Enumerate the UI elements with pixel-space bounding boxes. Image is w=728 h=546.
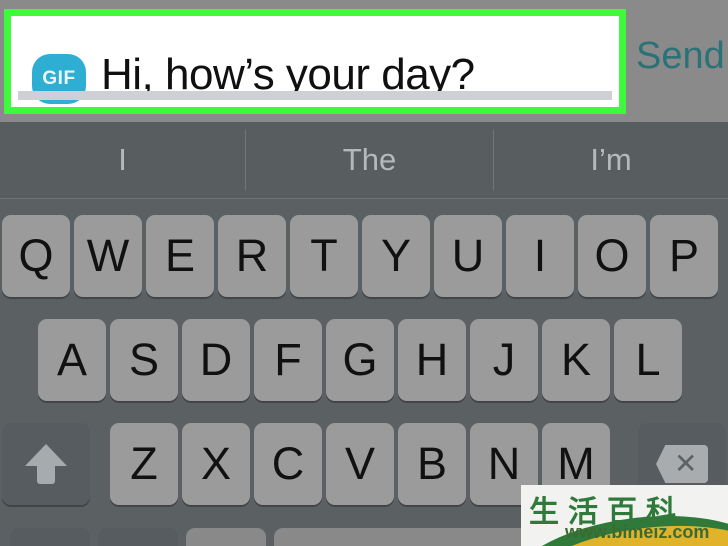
suggestion-item-3[interactable]: I’m	[494, 122, 728, 198]
suggestion-divider-2	[493, 130, 494, 190]
key-i[interactable]: I	[506, 215, 574, 297]
key-p[interactable]: P	[650, 215, 718, 297]
key-v[interactable]: V	[326, 423, 394, 505]
numbers-key[interactable]	[10, 528, 90, 546]
key-w[interactable]: W	[74, 215, 142, 297]
key-u[interactable]: U	[434, 215, 502, 297]
key-f[interactable]: F	[254, 319, 322, 401]
key-label: K	[560, 334, 591, 385]
shift-arrow-up-icon	[25, 444, 67, 484]
dictation-key[interactable]	[186, 528, 266, 546]
key-g[interactable]: G	[326, 319, 394, 401]
key-label: N	[487, 438, 521, 489]
key-l[interactable]: L	[614, 319, 682, 401]
emoji-key[interactable]	[98, 528, 178, 546]
key-label: P	[668, 230, 699, 281]
key-label: B	[416, 438, 447, 489]
key-k[interactable]: K	[542, 319, 610, 401]
watermark: 生活百科 www.bimeiz.com	[521, 485, 728, 546]
key-label: U	[451, 230, 485, 281]
key-label: Z	[130, 438, 158, 489]
suggestion-item-2[interactable]: The	[246, 122, 493, 198]
compose-bar: GIF Hi, how’s your day? Send	[0, 0, 728, 122]
shift-key[interactable]	[2, 423, 90, 505]
key-label: W	[86, 230, 130, 281]
key-b[interactable]: B	[398, 423, 466, 505]
suggestion-item-1[interactable]: I	[0, 122, 245, 198]
key-label: V	[344, 438, 375, 489]
key-label: R	[235, 230, 269, 281]
key-label: X	[200, 438, 231, 489]
backspace-delete-icon: ✕	[656, 445, 708, 483]
key-z[interactable]: Z	[110, 423, 178, 505]
send-button[interactable]: Send	[636, 35, 725, 78]
key-r[interactable]: R	[218, 215, 286, 297]
message-input-field[interactable]: GIF Hi, how’s your day?	[11, 16, 619, 107]
key-s[interactable]: S	[110, 319, 178, 401]
key-label: G	[342, 334, 378, 385]
key-t[interactable]: T	[290, 215, 358, 297]
key-a[interactable]: A	[38, 319, 106, 401]
key-j[interactable]: J	[470, 319, 538, 401]
key-label: I	[533, 230, 547, 281]
key-label: H	[415, 334, 449, 385]
key-q[interactable]: Q	[2, 215, 70, 297]
key-label: F	[274, 334, 302, 385]
key-c[interactable]: C	[254, 423, 322, 505]
key-label: O	[594, 230, 630, 281]
key-label: T	[310, 230, 338, 281]
field-underline	[18, 91, 612, 100]
key-h[interactable]: H	[398, 319, 466, 401]
key-e[interactable]: E	[146, 215, 214, 297]
suggestion-divider-1	[245, 130, 246, 190]
key-label: A	[56, 334, 87, 385]
key-label: Y	[380, 230, 411, 281]
key-x[interactable]: X	[182, 423, 250, 505]
key-label: E	[164, 230, 195, 281]
key-label: J	[492, 334, 516, 385]
phone-screenshot: GIF Hi, how’s your day? Send I The I’m Q…	[0, 0, 728, 546]
key-label: M	[557, 438, 595, 489]
watermark-url: www.bimeiz.com	[565, 522, 710, 542]
key-y[interactable]: Y	[362, 215, 430, 297]
message-field-highlight: GIF Hi, how’s your day?	[4, 9, 626, 114]
key-label: S	[128, 334, 159, 385]
key-label: D	[199, 334, 233, 385]
key-o[interactable]: O	[578, 215, 646, 297]
key-d[interactable]: D	[182, 319, 250, 401]
key-label: C	[271, 438, 305, 489]
on-screen-keyboard: I The I’m Q W E R T Y U I O P A S D F G …	[0, 122, 728, 546]
key-label: Q	[18, 230, 54, 281]
key-label: L	[635, 334, 661, 385]
predictive-suggestion-bar: I The I’m	[0, 122, 728, 199]
